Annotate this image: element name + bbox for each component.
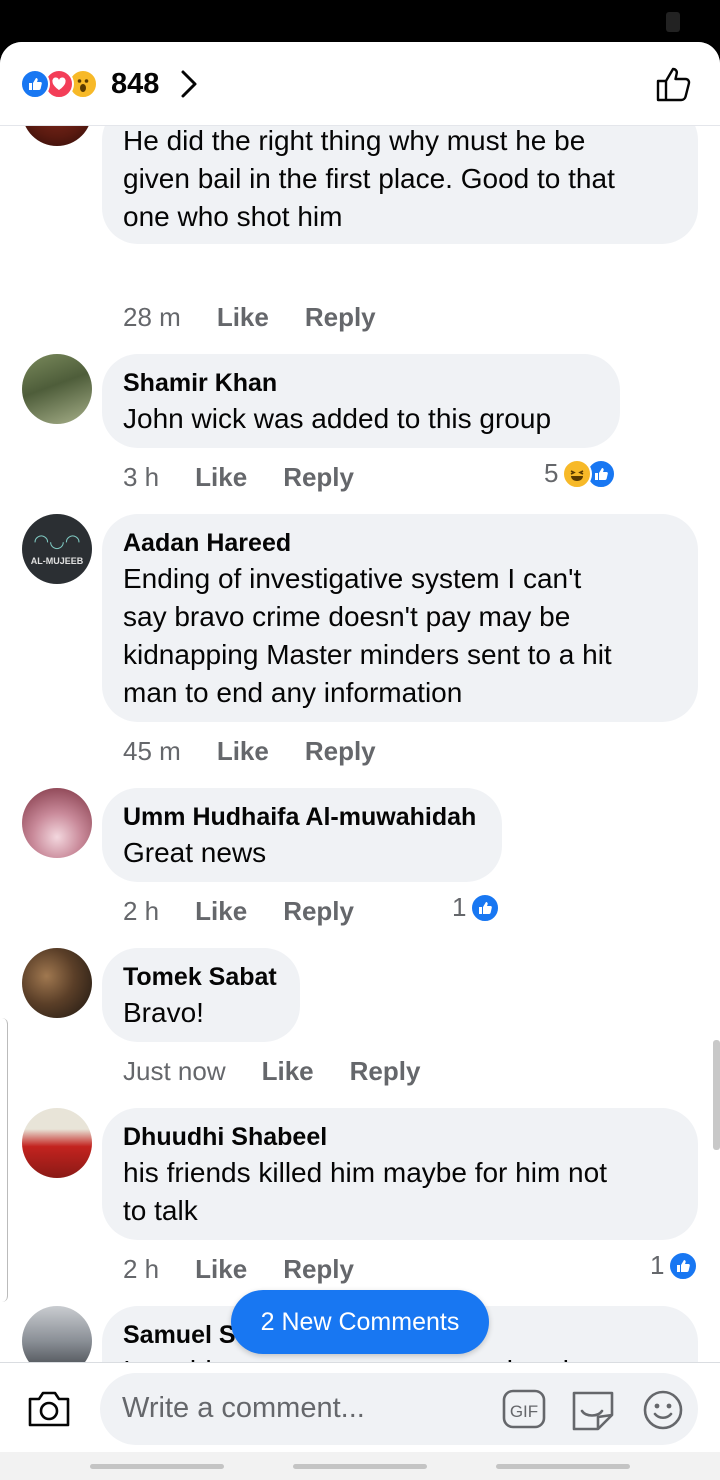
- avatar[interactable]: ◠◡◠ AL-MUJEEB: [22, 514, 92, 584]
- sticker-icon[interactable]: [570, 1389, 616, 1436]
- comment-time: Just now: [123, 1056, 226, 1086]
- comment-text: kidnapping Master minders sent to a hit: [123, 639, 612, 670]
- commenter-name[interactable]: Tomek Sabat: [123, 960, 278, 994]
- comment-text: He did the right thing why must he be: [123, 126, 586, 156]
- reply-button[interactable]: Reply: [350, 1056, 421, 1087]
- reply-button[interactable]: Reply: [305, 736, 376, 767]
- like-icon: [470, 892, 501, 923]
- camera-icon[interactable]: [26, 1389, 72, 1434]
- comment-text: his friends killed him maybe for him not: [123, 1157, 607, 1188]
- comment-text: say bravo crime doesn't pay may be: [123, 601, 571, 632]
- like-icon: [20, 69, 50, 99]
- status-icon: [666, 12, 680, 32]
- commenter-name[interactable]: Umm Hudhaifa Al-muwahidah: [123, 800, 480, 834]
- like-button[interactable]: Like: [217, 302, 269, 333]
- comment-bubble[interactable]: Aadan Hareed Ending of investigative sys…: [102, 514, 698, 722]
- like-post-button[interactable]: [654, 64, 694, 109]
- comment-reactions[interactable]: 1: [650, 1250, 699, 1281]
- scrollbar[interactable]: [713, 1040, 720, 1150]
- like-button[interactable]: Like: [195, 896, 247, 927]
- reply-button[interactable]: Reply: [305, 302, 376, 333]
- avatar[interactable]: [22, 1306, 92, 1362]
- comment-text-start: I would: [123, 1352, 212, 1362]
- avatar[interactable]: [22, 1108, 92, 1178]
- reply-button[interactable]: Reply: [283, 896, 354, 927]
- comment-text: Ending of investigative system I can't: [123, 563, 582, 594]
- reaction-count: 1: [650, 1250, 665, 1280]
- reply-button[interactable]: Reply: [283, 462, 354, 493]
- comment-reactions[interactable]: 5: [544, 458, 617, 489]
- comment-time: 2 h: [123, 1254, 160, 1284]
- avatar[interactable]: [22, 788, 92, 858]
- comments-sheet: 848 He did the right thing why must he b…: [0, 42, 720, 1480]
- avatar-logo-icon: ◠◡◠: [33, 531, 81, 551]
- comment-placeholder: Write a comment...: [122, 1392, 365, 1424]
- comment-actions: Just now Like Reply: [123, 1056, 456, 1087]
- reaction-summary[interactable]: [20, 68, 98, 100]
- chevron-right-icon[interactable]: [178, 68, 200, 105]
- commenter-name[interactable]: Shamir Khan: [123, 366, 598, 400]
- reply-button[interactable]: Reply: [283, 1254, 354, 1285]
- avatar-label: AL-MUJEEB: [30, 556, 84, 566]
- comment-reactions[interactable]: 1: [452, 892, 501, 923]
- commenter-name[interactable]: Aadan Hareed: [123, 526, 676, 560]
- system-nav-bar: [0, 1452, 720, 1480]
- comment-actions: 3 h Like Reply: [123, 462, 390, 493]
- reaction-count: 1: [452, 892, 467, 922]
- reaction-count: 5: [544, 458, 559, 488]
- nav-handle[interactable]: [293, 1464, 427, 1469]
- reaction-count[interactable]: 848: [111, 68, 159, 100]
- comment-text: Great news: [123, 837, 267, 868]
- nav-handle[interactable]: [90, 1464, 224, 1469]
- comment-actions: 2 h Like Reply: [123, 896, 390, 927]
- avatar[interactable]: [22, 354, 92, 424]
- comment-time: 3 h: [123, 462, 160, 492]
- avatar[interactable]: [22, 948, 92, 1018]
- comment-time: 45 m: [123, 736, 181, 766]
- comment-bubble[interactable]: He did the right thing why must he be gi…: [102, 126, 698, 244]
- comment-bubble[interactable]: Tomek Sabat Bravo!: [102, 948, 300, 1042]
- comment-actions: 28 m Like Reply: [123, 302, 412, 333]
- like-button[interactable]: Like: [195, 462, 247, 493]
- comment-text: man to end any information: [123, 677, 463, 708]
- comment-actions: 2 h Like Reply: [123, 1254, 390, 1285]
- comment-actions: 45 m Like Reply: [123, 736, 412, 767]
- like-icon: [668, 1250, 699, 1281]
- comment-bubble[interactable]: Umm Hudhaifa Al-muwahidah Great news: [102, 788, 502, 882]
- comment-text: Bravo!: [123, 997, 204, 1028]
- comment-text-end: already: [491, 1352, 583, 1362]
- comment-time: 2 h: [123, 896, 160, 926]
- emoji-icon[interactable]: [642, 1389, 684, 1436]
- reactions-header: 848: [0, 42, 720, 126]
- nav-handle[interactable]: [496, 1464, 630, 1469]
- comment-feed[interactable]: He did the right thing why must he be gi…: [0, 126, 720, 1362]
- comment-text: John wick was added to this group: [123, 403, 552, 434]
- edge-panel-handle[interactable]: [0, 1018, 8, 1302]
- haha-icon: [562, 458, 593, 489]
- comment-text: given bail in the first place. Good to t…: [123, 163, 615, 194]
- comment-text: to talk: [123, 1195, 198, 1226]
- commenter-name[interactable]: Dhuudhi Shabeel: [123, 1120, 676, 1154]
- gif-icon[interactable]: GIF: [502, 1389, 546, 1434]
- like-button[interactable]: Like: [195, 1254, 247, 1285]
- like-button[interactable]: Like: [262, 1056, 314, 1087]
- like-button[interactable]: Like: [217, 736, 269, 767]
- comment-bubble[interactable]: Shamir Khan John wick was added to this …: [102, 354, 620, 448]
- comment-text: one who shot him: [123, 201, 343, 232]
- comment-time: 28 m: [123, 302, 181, 332]
- comment-bubble[interactable]: Dhuudhi Shabeel his friends killed him m…: [102, 1108, 698, 1240]
- comment-input[interactable]: Write a comment... GIF: [100, 1373, 698, 1445]
- status-bar: [0, 0, 720, 44]
- new-comments-button[interactable]: 2 New Comments: [231, 1290, 489, 1354]
- avatar[interactable]: [22, 126, 92, 146]
- gif-label: GIF: [510, 1402, 538, 1421]
